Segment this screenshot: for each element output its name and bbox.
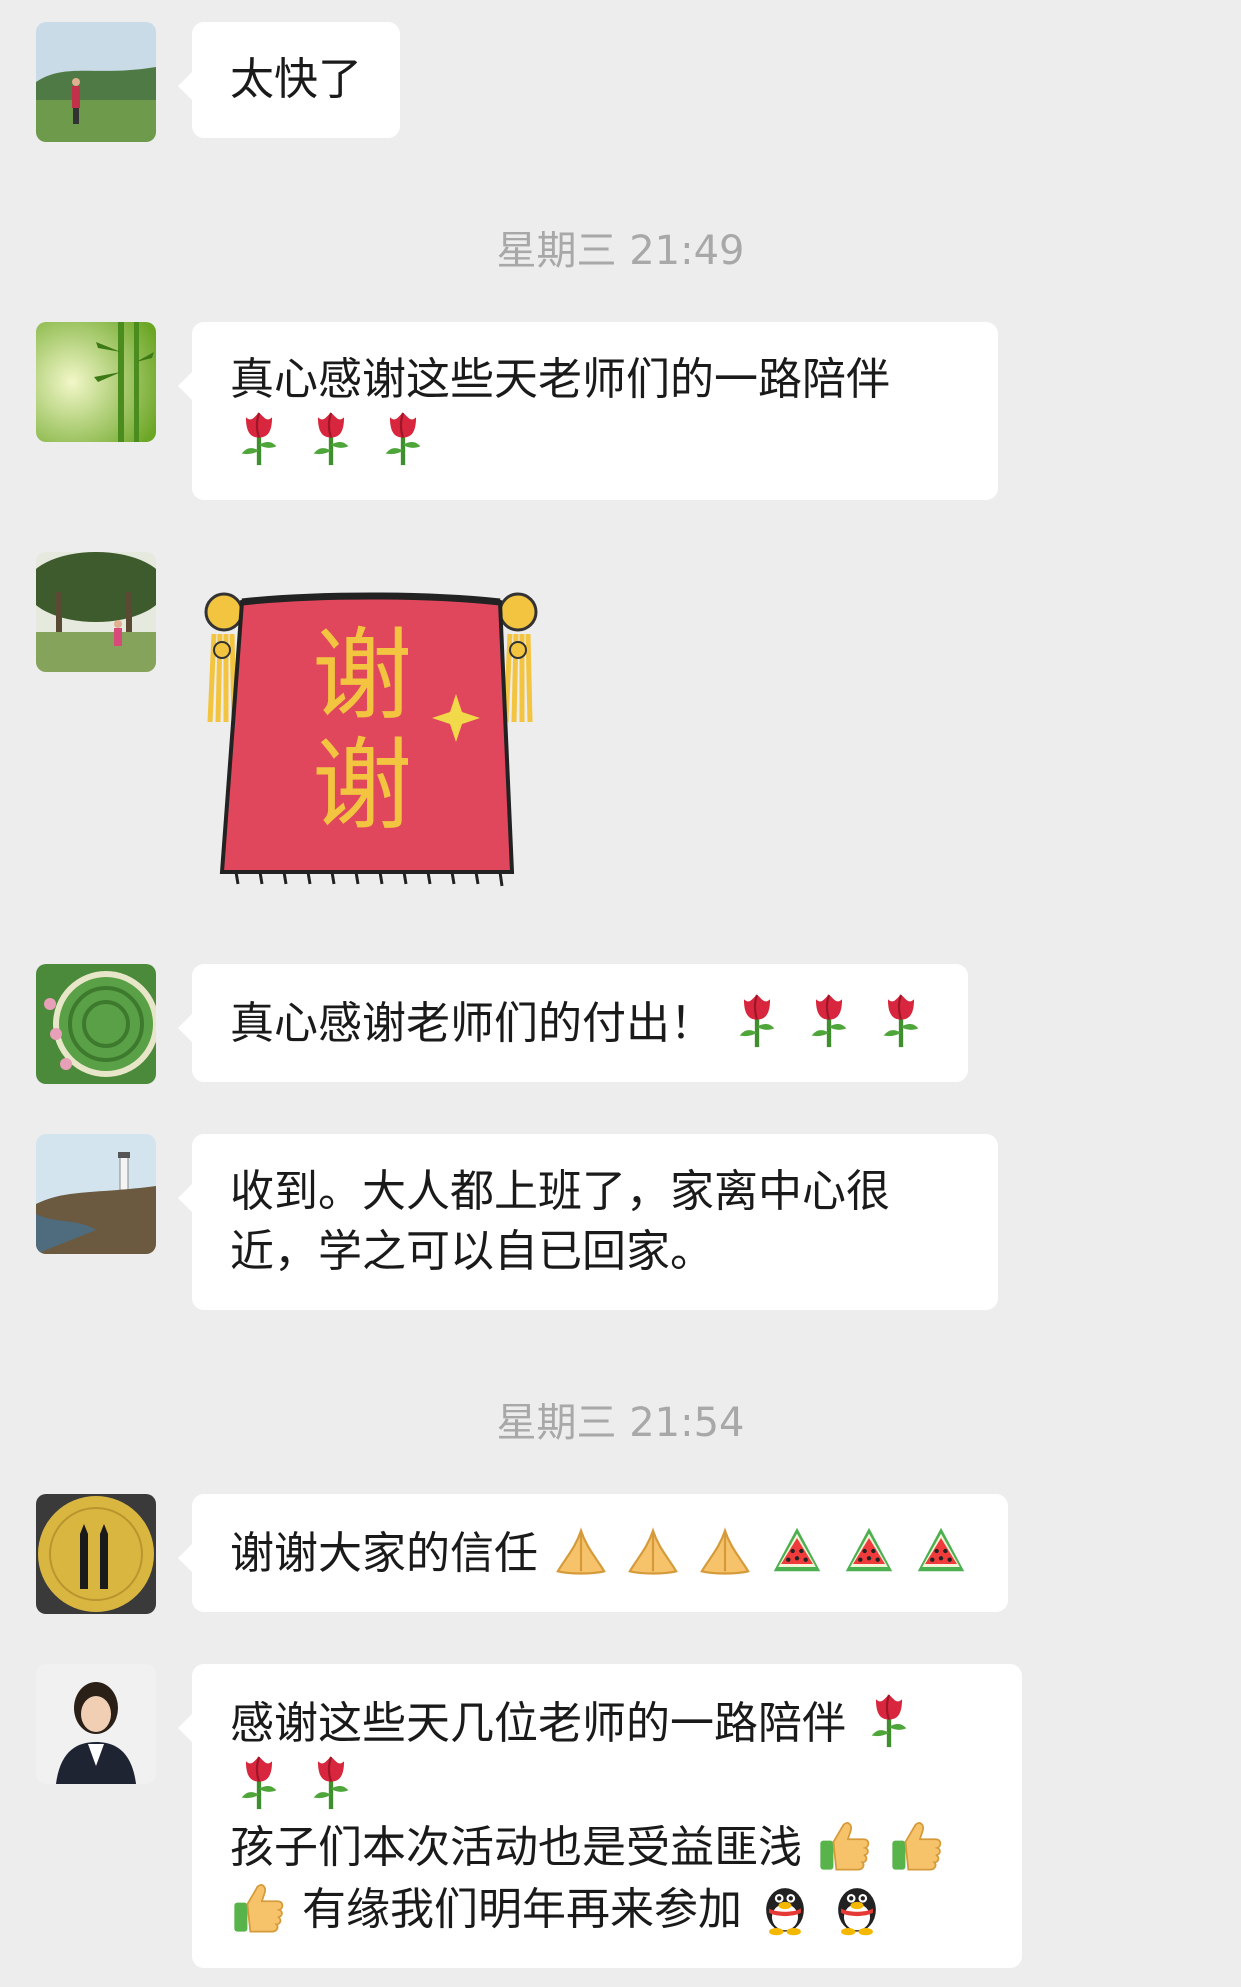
rose-icon <box>230 1754 288 1812</box>
message-text: 太快了 <box>230 54 362 105</box>
thanks-sticker[interactable]: 谢 谢 <box>196 572 552 898</box>
message-bubble[interactable]: 谢谢大家的信任 <box>178 1494 1008 1612</box>
avatar-maze-garden[interactable] <box>36 964 156 1084</box>
rose-icon <box>800 992 858 1050</box>
penguin-icon <box>756 1878 814 1936</box>
message-text-line: 感谢这些天几位老师的一路陪伴 <box>230 1692 984 1754</box>
sticker-char: 谢 <box>312 727 412 844</box>
message-text: 谢谢大家的信任 <box>230 1528 538 1579</box>
message-text: 有缘我们明年再来参加 <box>302 1884 742 1935</box>
pray-icon <box>624 1522 682 1580</box>
penguin-icon <box>828 1878 886 1936</box>
pray-icon <box>696 1522 754 1580</box>
message-text: 近，学之可以自已回家。 <box>230 1226 714 1277</box>
thumbs-up-icon <box>230 1878 288 1936</box>
message-bubble[interactable]: 太快了 <box>178 22 400 138</box>
avatar-bamboo[interactable] <box>36 322 156 442</box>
rose-icon <box>728 992 786 1050</box>
sticker-char: 谢 <box>312 617 412 734</box>
watermelon-icon <box>912 1522 970 1580</box>
rose-icon <box>302 1754 360 1812</box>
emoji-row <box>230 410 960 472</box>
pray-icon <box>552 1522 610 1580</box>
message-text-line: 孩子们本次活动也是受益匪浅 <box>230 1816 984 1878</box>
rose-icon <box>302 410 360 468</box>
message-text-line: 有缘我们明年再来参加 <box>230 1878 984 1940</box>
message-text: 孩子们本次活动也是受益匪浅 <box>230 1822 802 1873</box>
thumbs-up-icon <box>816 1816 874 1874</box>
rose-icon <box>374 410 432 468</box>
message-bubble[interactable]: 真心感谢老师们的付出！ <box>178 964 968 1082</box>
rose-icon <box>872 992 930 1050</box>
message-text: 收到。大人都上班了，家离中心很 <box>230 1166 890 1217</box>
watermelon-icon <box>768 1522 826 1580</box>
message-text: 真心感谢这些天老师们的一路陪伴 <box>230 354 890 405</box>
message-bubble[interactable]: 感谢这些天几位老师的一路陪伴 孩子们本次活动也是受益匪浅 有缘我们明年再来参加 <box>178 1664 1022 1968</box>
rose-icon <box>860 1692 918 1750</box>
message-bubble[interactable]: 收到。大人都上班了，家离中心很 近，学之可以自已回家。 <box>178 1134 998 1310</box>
avatar-cat-plate[interactable] <box>36 1494 156 1614</box>
timestamp: 星期三 21:49 <box>496 228 745 274</box>
message-text: 真心感谢老师们的付出！ <box>230 998 714 1049</box>
avatar-golfer[interactable] <box>36 22 156 142</box>
avatar-lighthouse[interactable] <box>36 1134 156 1254</box>
rose-icon <box>230 410 288 468</box>
emoji-row <box>230 1754 984 1816</box>
avatar-park[interactable] <box>36 552 156 672</box>
message-bubble[interactable]: 真心感谢这些天老师们的一路陪伴 <box>178 322 998 500</box>
message-text: 感谢这些天几位老师的一路陪伴 <box>230 1698 846 1749</box>
avatar-woman[interactable] <box>36 1664 156 1784</box>
timestamp: 星期三 21:54 <box>496 1400 745 1446</box>
watermelon-icon <box>840 1522 898 1580</box>
thumbs-up-icon <box>888 1816 946 1874</box>
